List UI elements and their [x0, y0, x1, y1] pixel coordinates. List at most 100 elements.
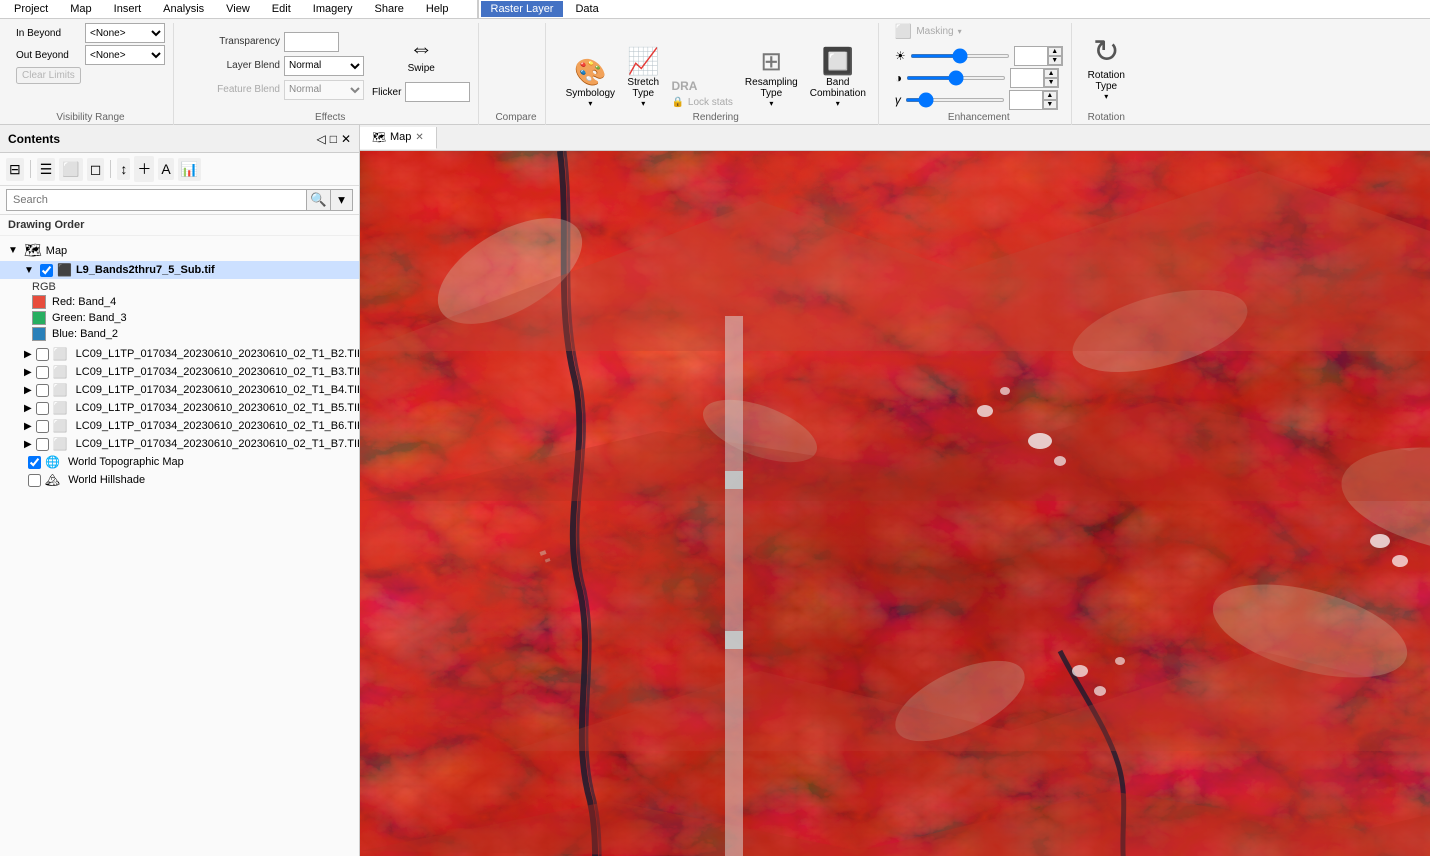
b4-expand-icon[interactable]: ▶ [24, 385, 32, 396]
b3-expand-icon[interactable]: ▶ [24, 367, 32, 378]
gamma-input[interactable]: 1.7 [1010, 91, 1042, 109]
panel-close-button[interactable]: ✕ [341, 132, 351, 146]
swipe-button[interactable]: ⇔ Swipe [404, 31, 439, 78]
list-view-button[interactable]: ☰ [37, 158, 56, 181]
layer-item-b6[interactable]: ▶ ⬜ LC09_L1TP_017034_20230610_20230610_0… [0, 417, 359, 435]
swipe-label: Swipe [408, 63, 435, 74]
layer-item-b4[interactable]: ▶ ⬜ LC09_L1TP_017034_20230610_20230610_0… [0, 381, 359, 399]
tab-help[interactable]: Help [416, 1, 459, 17]
flicker-input[interactable]: 500.0 ms [405, 82, 470, 102]
b4-checkbox[interactable] [36, 384, 49, 397]
symbology-button[interactable]: 🎨 Symbology ▾ [562, 55, 619, 110]
stretch-type-button[interactable]: 📈 Stretch Type ▾ [623, 44, 663, 110]
panel-float-button[interactable]: □ [330, 132, 337, 146]
tab-raster-layer[interactable]: Raster Layer [481, 1, 564, 17]
brightness-spinner: 0 ▲ ▼ [1014, 46, 1063, 66]
satellite-image: 81 [360, 151, 1430, 856]
tab-view[interactable]: View [216, 1, 260, 17]
out-beyond-select[interactable]: <None> [85, 45, 165, 65]
panel-controls: ◁ □ ✕ [316, 132, 351, 146]
layer-item-b7[interactable]: ▶ ⬜ LC09_L1TP_017034_20230610_20230610_0… [0, 435, 359, 453]
world-hillshade-item[interactable]: 🏔 World Hillshade [0, 471, 359, 489]
band-combination-button[interactable]: 🔲 Band Combination ▾ [806, 44, 870, 110]
filter-by-map-button[interactable]: ⊟ [6, 158, 24, 181]
band-combination-label: Band Combination [810, 77, 866, 99]
tab-map[interactable]: Map [60, 1, 101, 17]
active-layer-label: L9_Bands2thru7_5_Sub.tif [76, 264, 215, 276]
active-layer-item[interactable]: ▼ ⬛ L9_Bands2thru7_5_Sub.tif [0, 261, 359, 279]
b6-expand-icon[interactable]: ▶ [24, 421, 32, 432]
add-layer-button[interactable]: ＋ [134, 156, 154, 182]
contrast-down[interactable]: ▼ [1044, 78, 1058, 87]
map-collapse-icon[interactable]: ▼ [8, 245, 20, 256]
b5-checkbox[interactable] [36, 402, 49, 415]
layer-item-b3[interactable]: ▶ ⬜ LC09_L1TP_017034_20230610_20230610_0… [0, 363, 359, 381]
selection-view-button[interactable]: ◻ [87, 158, 105, 181]
in-beyond-select[interactable]: <None> [85, 23, 165, 43]
chart-button[interactable]: 📊 [178, 158, 201, 181]
contrast-up[interactable]: ▲ [1044, 69, 1058, 78]
clear-limits-row: Clear Limits [16, 67, 81, 84]
rgb-item-blue: Blue: Band_2 [32, 327, 351, 341]
contrast-spinner: 0 ▲ ▼ [1010, 68, 1059, 88]
b7-expand-icon[interactable]: ▶ [24, 439, 32, 450]
layer-view-button[interactable]: ⬜ [59, 158, 82, 181]
tab-insert[interactable]: Insert [104, 1, 152, 17]
tab-edit[interactable]: Edit [262, 1, 301, 17]
contents-title: Contents [8, 132, 60, 146]
label-button[interactable]: A [158, 158, 173, 180]
gamma-spinner: 1.7 ▲ ▼ [1009, 90, 1058, 110]
world-hillshade-checkbox[interactable] [28, 474, 41, 487]
brightness-up[interactable]: ▲ [1048, 47, 1062, 56]
transparency-input[interactable]: 0.0% [284, 32, 339, 52]
tab-data[interactable]: Data [565, 1, 608, 17]
b7-checkbox[interactable] [36, 438, 49, 451]
dra-button[interactable]: DRA [671, 79, 732, 93]
gamma-up[interactable]: ▲ [1043, 91, 1057, 100]
brightness-input[interactable]: 0 [1015, 47, 1047, 65]
rotation-type-button[interactable]: ↻ Rotation Type ▾ [1088, 32, 1125, 101]
brightness-down[interactable]: ▼ [1048, 56, 1062, 65]
active-layer-checkbox[interactable] [40, 264, 53, 277]
b5-expand-icon[interactable]: ▶ [24, 403, 32, 414]
layer-item-b5[interactable]: ▶ ⬜ LC09_L1TP_017034_20230610_20230610_0… [0, 399, 359, 417]
map-tab[interactable]: 🗺 Map ✕ [360, 127, 437, 149]
flicker-row: Flicker 500.0 ms [372, 82, 470, 102]
tree-map-node[interactable]: ▼ 🗺 Map [0, 240, 359, 261]
lock-stats-row: 🔒 Lock stats [671, 97, 732, 108]
map-canvas[interactable]: 81 [360, 151, 1430, 856]
layer-collapse-icon[interactable]: ▼ [24, 265, 36, 276]
search-button[interactable]: 🔍 [307, 189, 331, 211]
feature-blend-select[interactable]: Normal [284, 80, 364, 100]
contrast-slider[interactable] [906, 76, 1006, 80]
world-topo-checkbox[interactable] [28, 456, 41, 469]
contrast-input[interactable]: 0 [1011, 69, 1043, 87]
world-topo-item[interactable]: 🌐 World Topographic Map [0, 453, 359, 471]
brightness-slider[interactable] [910, 54, 1010, 58]
tab-project[interactable]: Project [4, 1, 58, 17]
gamma-slider[interactable] [905, 98, 1005, 102]
search-dropdown-button[interactable]: ▾ [331, 189, 353, 211]
b2-checkbox[interactable] [36, 348, 49, 361]
tab-analysis[interactable]: Analysis [153, 1, 214, 17]
b3-checkbox[interactable] [36, 366, 49, 379]
tab-share[interactable]: Share [365, 1, 414, 17]
clear-limits-button[interactable]: Clear Limits [16, 67, 81, 84]
layer-item-b2[interactable]: ▶ ⬜ LC09_L1TP_017034_20230610_20230610_0… [0, 345, 359, 363]
draw-order-button[interactable]: ↕ [117, 158, 130, 180]
map-tab-close-button[interactable]: ✕ [415, 132, 423, 143]
b6-checkbox[interactable] [36, 420, 49, 433]
layer-blend-select[interactable]: Normal [284, 56, 364, 76]
drawing-order-label: Drawing Order [0, 215, 359, 236]
b2-expand-icon[interactable]: ▶ [24, 349, 32, 360]
gamma-down[interactable]: ▼ [1043, 100, 1057, 109]
toolbar-sep-2 [110, 160, 111, 178]
resampling-type-button[interactable]: ⊞ Resampling Type ▾ [741, 44, 802, 110]
effects-label: Effects [190, 110, 470, 123]
panel-pin-button[interactable]: ◁ [316, 132, 325, 146]
search-input[interactable] [6, 189, 307, 211]
transparency-label: Transparency [190, 36, 280, 47]
rgb-item-green: Green: Band_3 [32, 311, 351, 325]
rendering-group: 🎨 Symbology ▾ 📈 Stretch Type ▾ DRA 🔒 [554, 23, 879, 127]
tab-imagery[interactable]: Imagery [303, 1, 363, 17]
